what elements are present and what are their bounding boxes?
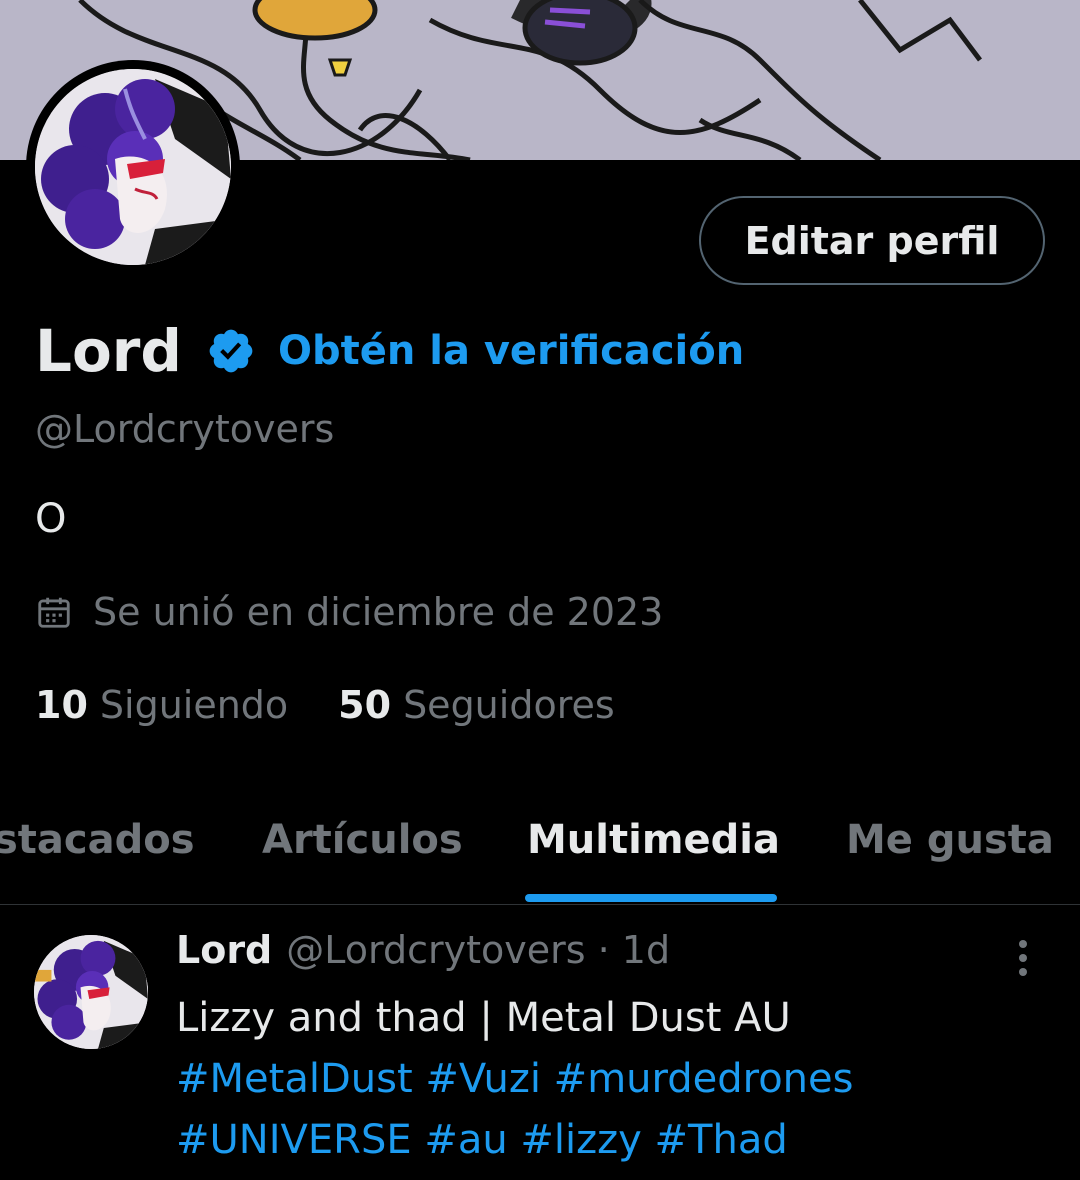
post-header: Lord @Lordcrytovers · 1d bbox=[176, 928, 670, 972]
avatar-illustration bbox=[35, 69, 231, 265]
post-avatar-illustration bbox=[34, 935, 148, 1049]
joined-date: Se unió en diciembre de 2023 bbox=[35, 590, 663, 634]
get-verified-link[interactable]: Obtén la verificación bbox=[278, 328, 744, 374]
more-vertical-icon[interactable] bbox=[1008, 938, 1038, 978]
more-dot bbox=[1019, 968, 1027, 976]
tab-articles[interactable]: Artículos bbox=[262, 817, 463, 863]
followers-label: Seguidores bbox=[403, 683, 615, 727]
followers-count: 50 bbox=[338, 683, 392, 727]
following-label: Siguiendo bbox=[99, 683, 289, 727]
tab-highlights[interactable]: stacados bbox=[0, 817, 195, 863]
active-tab-indicator bbox=[525, 894, 777, 902]
verified-badge-icon[interactable] bbox=[206, 326, 256, 376]
following-link[interactable]: 10 Siguiendo bbox=[35, 683, 288, 727]
post-hashtags-line[interactable]: #MetalDust #Vuzi #murdedrones bbox=[176, 1049, 853, 1110]
profile-avatar[interactable] bbox=[26, 60, 240, 274]
more-dot bbox=[1019, 954, 1027, 962]
tab-media[interactable]: Multimedia bbox=[527, 817, 780, 863]
joined-date-text: Se unió en diciembre de 2023 bbox=[93, 590, 664, 634]
profile-bio: O bbox=[35, 496, 67, 542]
profile-tabs: stacados Artículos Multimedia Me gusta bbox=[0, 805, 1080, 905]
post-author-avatar[interactable] bbox=[34, 935, 148, 1049]
profile-name-row: Lord Obtén la verificación bbox=[35, 316, 744, 386]
post-text: Lizzy and thad | Metal Dust AU bbox=[176, 995, 791, 1041]
post-body: Lizzy and thad | Metal Dust AU #MetalDus… bbox=[176, 988, 853, 1171]
following-count: 10 bbox=[35, 683, 88, 727]
profile-name: Lord bbox=[35, 317, 182, 385]
calendar-icon bbox=[38, 597, 70, 628]
tab-likes[interactable]: Me gusta bbox=[846, 817, 1054, 863]
followers-link[interactable]: 50 Seguidores bbox=[338, 683, 615, 727]
edit-profile-button[interactable]: Editar perfil bbox=[699, 196, 1045, 285]
post-author-meta: @Lordcrytovers · 1d bbox=[286, 928, 671, 972]
more-dot bbox=[1019, 940, 1027, 948]
profile-handle: @Lordcrytovers bbox=[35, 407, 335, 451]
post-hashtags-line[interactable]: #UNIVERSE #au #lizzy #Thad bbox=[176, 1110, 853, 1171]
post-author-name[interactable]: Lord bbox=[176, 928, 272, 972]
profile-stats: 10 Siguiendo 50 Seguidores bbox=[35, 683, 665, 727]
